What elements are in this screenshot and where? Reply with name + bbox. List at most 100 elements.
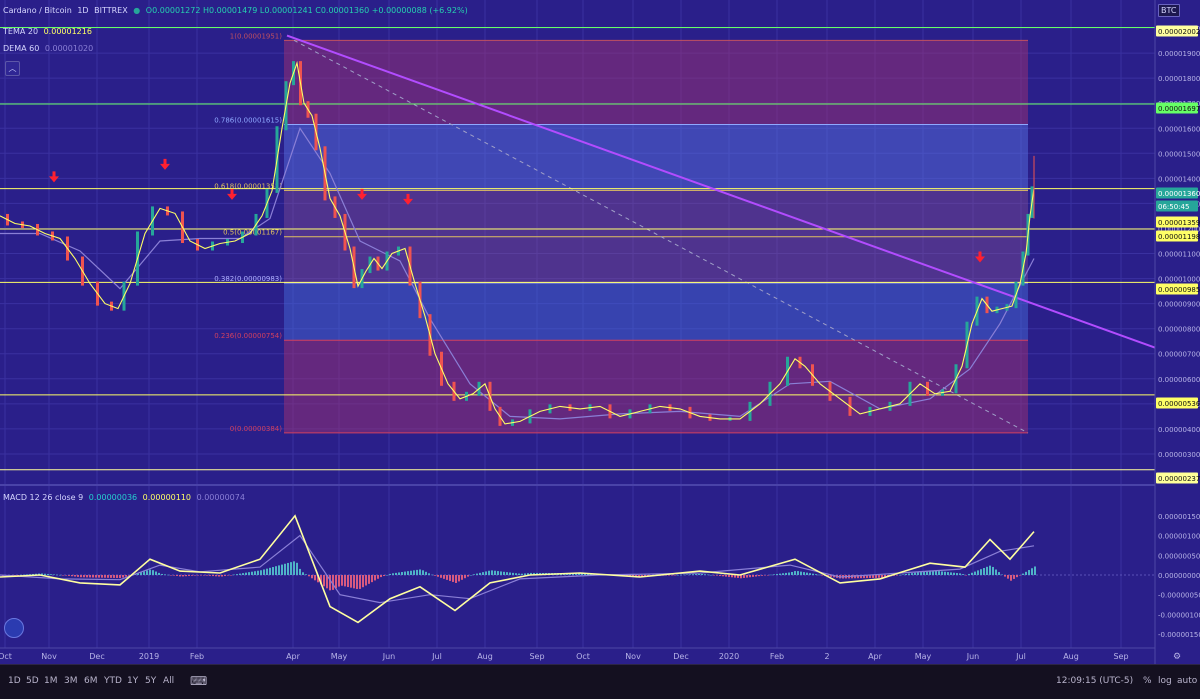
macd-tick-2: 0.00000050 [1158,552,1200,560]
price-label-1[interactable]: 0.00001697 [1158,105,1200,113]
fib-retracement[interactable]: 1(0.00001951)0.786(0.00001615)0.618(0.00… [214,32,1029,434]
macd-hist-bar [416,569,418,575]
macd-hist-bar [314,575,316,581]
range-1y[interactable]: 1Y [127,676,138,686]
macd-hist-bar [1001,574,1003,576]
price-tick-11: 0.00000900 [1158,301,1200,309]
time-tick-20: Jul [1015,652,1026,661]
range-5y[interactable]: 5Y [145,676,156,686]
time-tick-19: Jun [966,652,980,661]
macd-hist-bar [674,575,676,576]
macd-hist-bar [101,575,103,578]
range-ytd[interactable]: YTD [104,676,122,686]
macd-hist-bar [734,575,736,578]
macd-hist-bar [809,573,811,575]
auto-toggle[interactable]: auto [1177,676,1197,686]
macd-hist-bar [671,575,673,576]
time-tick-6: May [331,652,348,661]
fib-label-4: 0.382(0.00000983) [214,275,282,283]
macd-hist-bar [908,573,910,575]
macd-hist-bar [176,575,178,576]
macd-hist-bar [911,573,913,575]
macd-hist-bar [776,573,778,575]
macd-hist-bar [986,566,988,575]
price-label-2[interactable]: 0.00001360 [1158,190,1200,198]
macd-hist-bar [413,570,415,575]
macd-hist-bar [941,571,943,575]
price-label-5[interactable]: 0.00001198 [1158,233,1200,241]
percent-toggle[interactable]: % [1143,676,1152,686]
indicator-dema[interactable]: DEMA 60 0.00001020 [3,44,96,53]
macd-hist-bar [899,574,901,576]
macd-hist-bar [962,574,964,575]
macd-tick-0: 0.00000150 [1158,513,1200,521]
price-label-4[interactable]: 0.00001359 [1158,219,1200,227]
macd-hist-bar [245,572,247,575]
range-5d[interactable]: 5D [26,676,39,686]
range-all[interactable]: All [163,676,174,686]
indicator-tema[interactable]: TEMA 20 0.00001216 [3,27,95,36]
macd-hist-bar [311,575,313,579]
macd-hist-bar [62,575,64,576]
price-tick-5: 0.00001500 [1158,150,1200,158]
macd-tick-5: -0.00000100 [1158,611,1200,619]
macd-hist-bar [287,562,289,575]
macd-hist-bar [491,570,493,575]
macd-hist-bar [155,571,157,575]
price-label-7[interactable]: 0.00000536 [1158,400,1200,408]
clock-time[interactable]: 12:09:15 (UTC-5) [1056,676,1133,686]
log-toggle[interactable]: log [1158,676,1172,686]
price-chart[interactable]: 1(0.00001951)0.786(0.00001615)0.618(0.00… [0,0,1200,698]
macd-hist-bar [974,571,976,575]
settings-gear-icon[interactable]: ⚙ [1173,652,1181,662]
macd-hist-bar [122,575,124,578]
calendar-icon[interactable]: ⌨ [190,674,207,688]
macd-hist-bar [875,575,877,578]
fib-zone-4 [284,282,1028,341]
macd-hist-bar [473,574,475,575]
range-1d[interactable]: 1D [8,676,21,686]
macd-hist-bar [743,575,745,578]
macd-hist-bar [479,572,481,575]
macd-hist-bar [1019,575,1021,576]
price-label-8[interactable]: 0.00000237 [1158,475,1200,483]
macd-hist-bar [347,575,349,588]
fib-label-0: 1(0.00001951) [230,32,282,40]
macd-hist-bar [944,571,946,575]
macd-hist-bar [701,573,703,575]
macd-hist-bar [98,575,100,578]
macd-hist-bar [215,575,217,577]
macd-tick-3: 0.00000000 [1158,572,1200,580]
macd-hist-bar [680,574,682,576]
macd-hist-bar [230,575,232,576]
price-label-6[interactable]: 0.00000985 [1158,286,1200,294]
macd-hist-bar [728,575,730,577]
price-label-3[interactable]: 06:50:45 [1158,203,1189,211]
price-label-0[interactable]: 0.00002002 [1158,28,1200,36]
collapse-legend-button[interactable]: ︿ [5,61,20,76]
macd-hist-bar [1010,575,1012,581]
range-3m[interactable]: 3M [64,676,78,686]
macd-hist-bar [398,572,400,575]
macd-hist-bar [449,575,451,581]
macd-hist-bar [518,573,520,575]
macd-hist-bar [677,574,679,576]
interval[interactable]: 1D [77,6,88,15]
range-1m[interactable]: 1M [44,676,58,686]
macd-hist-bar [794,571,796,575]
macd-hist-bar [755,575,757,577]
macd-hist-bar [815,574,817,575]
macd-hist-bar [1013,575,1015,579]
macd-legend[interactable]: MACD 12 26 close 9 0.00000036 0.00000110… [3,493,248,502]
macd-hist-bar [482,572,484,575]
time-tick-21: Aug [1063,652,1079,661]
macd-hist-bar [725,575,727,577]
symbol-name[interactable]: Cardano / Bitcoin [3,6,72,15]
tradingview-logo-icon[interactable] [4,618,24,638]
fib-zone-2 [284,190,1028,237]
time-tick-10: Sep [529,652,544,661]
macd-hist-bar [935,570,937,575]
macd-hist-bar [200,575,202,576]
time-tick-7: Jun [382,652,396,661]
range-6m[interactable]: 6M [84,676,98,686]
